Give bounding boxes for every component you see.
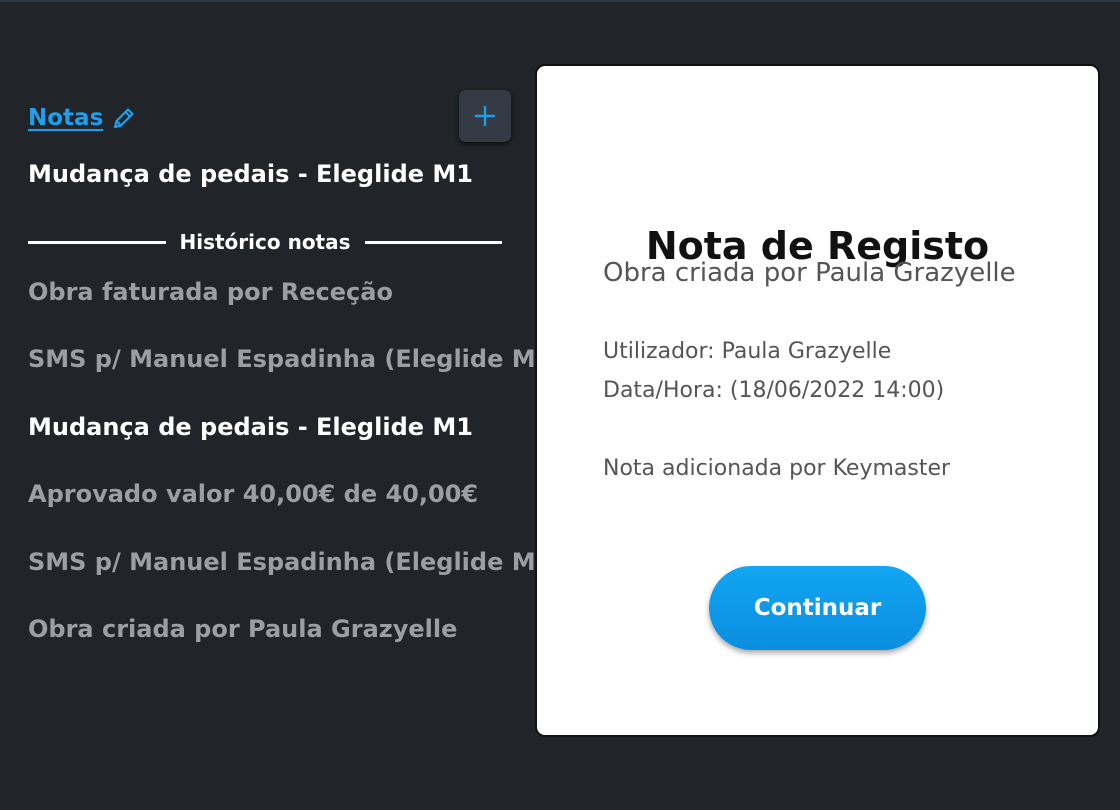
pencil-icon[interactable] bbox=[111, 105, 137, 131]
current-note: Mudança de pedais - Eleglide M1 bbox=[28, 160, 473, 188]
notes-link[interactable]: Notas bbox=[28, 105, 103, 131]
add-note-button[interactable] bbox=[459, 90, 511, 142]
divider-line-left bbox=[28, 240, 166, 244]
history-item[interactable]: SMS p/ Manuel Espadinha (Eleglide M1) bbox=[28, 345, 563, 412]
modal-subtitle: Obra criada por Paula Grazyelle bbox=[603, 258, 1016, 288]
history-list: Obra faturada por Receção SMS p/ Manuel … bbox=[28, 278, 563, 682]
plus-icon bbox=[474, 105, 496, 127]
history-item[interactable]: Mudança de pedais - Eleglide M1 bbox=[28, 413, 528, 480]
divider-line-right bbox=[364, 240, 503, 244]
history-item[interactable]: Obra faturada por Receção bbox=[28, 278, 528, 345]
history-divider: Histórico notas bbox=[28, 228, 503, 256]
history-item[interactable]: Aprovado valor 40,00€ de 40,00€ bbox=[28, 480, 528, 547]
history-item[interactable]: SMS p/ Manuel Espadinha (Eleglide M1) bbox=[28, 548, 563, 615]
history-item[interactable]: Obra criada por Paula Grazyelle bbox=[28, 615, 528, 682]
added-by-line: Nota adicionada por Keymaster bbox=[603, 456, 951, 481]
notes-header: Notas bbox=[28, 100, 137, 136]
continue-button[interactable]: Continuar bbox=[709, 566, 926, 650]
history-label: Histórico notas bbox=[179, 230, 351, 254]
top-border bbox=[0, 0, 1120, 2]
datetime-line: Data/Hora: (18/06/2022 14:00) bbox=[603, 378, 945, 403]
user-line: Utilizador: Paula Grazyelle bbox=[603, 339, 892, 364]
